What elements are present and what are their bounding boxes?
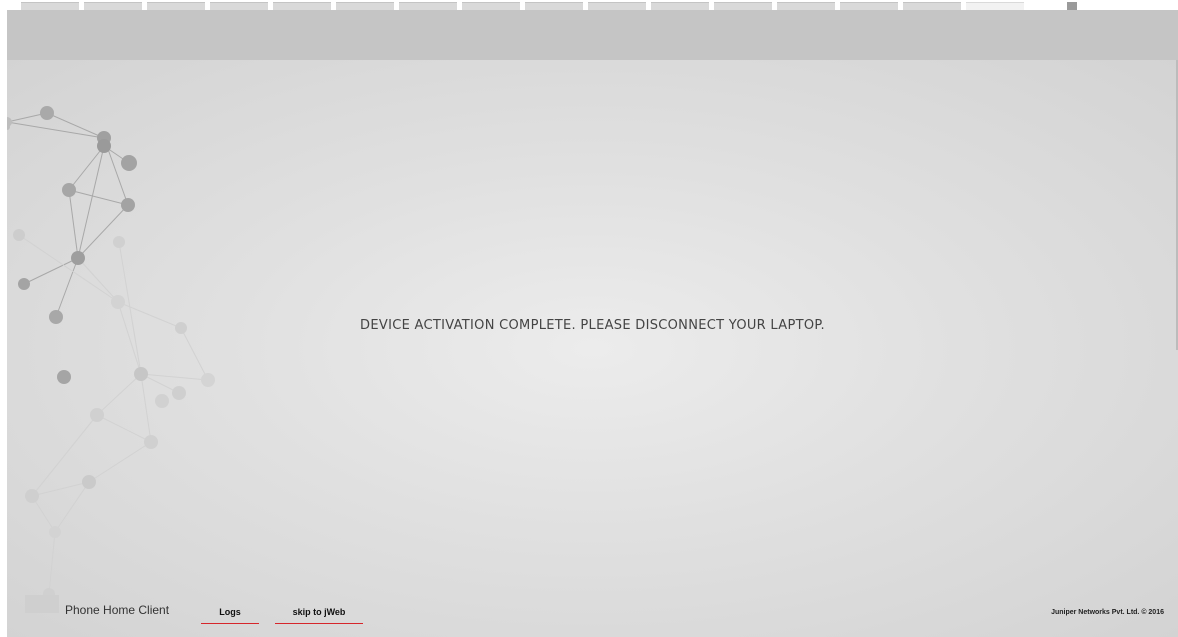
copyright: Juniper Networks Pvt. Ltd. © 2016	[1051, 609, 1164, 616]
network-node	[134, 367, 148, 381]
network-node	[121, 155, 137, 171]
logs-link[interactable]: Logs	[201, 605, 259, 624]
logo	[25, 595, 59, 613]
network-node	[13, 229, 25, 241]
header-bar	[7, 10, 1178, 60]
network-node	[18, 278, 30, 290]
network-node	[144, 435, 158, 449]
footer: Phone Home Client Logs skip to jWeb Juni…	[7, 595, 1178, 637]
network-line	[68, 189, 129, 206]
network-node	[113, 236, 125, 248]
network-node	[155, 394, 169, 408]
network-node	[90, 408, 104, 422]
network-line	[46, 112, 105, 139]
network-line	[180, 327, 209, 381]
network-node	[97, 139, 111, 153]
app-name: Phone Home Client	[65, 603, 170, 617]
network-line	[96, 373, 142, 416]
network-line	[118, 241, 142, 375]
network-node	[172, 386, 186, 400]
network-line	[48, 531, 56, 595]
skip-to-jweb-link[interactable]: skip to jWeb	[275, 605, 363, 624]
network-line	[88, 441, 152, 483]
network-node	[49, 526, 61, 538]
network-graphic	[7, 106, 215, 600]
network-line	[68, 189, 79, 259]
network-line	[140, 373, 152, 443]
network-node	[71, 251, 85, 265]
browser-tab-strip	[0, 0, 1178, 11]
network-node	[62, 183, 76, 197]
network-line	[117, 301, 142, 375]
network-node	[201, 373, 215, 387]
tab-strip-button[interactable]	[1067, 2, 1077, 10]
main-content: DEVICE ACTIVATION COMPLETE. PLEASE DISCO…	[7, 60, 1178, 637]
network-line	[7, 121, 105, 139]
activation-message: DEVICE ACTIVATION COMPLETE. PLEASE DISCO…	[360, 318, 825, 333]
network-line	[96, 414, 152, 443]
network-line	[18, 234, 119, 303]
network-node	[121, 198, 135, 212]
network-line	[77, 257, 119, 303]
network-node	[40, 106, 54, 120]
network-node	[82, 475, 96, 489]
network-node	[25, 489, 39, 503]
network-node	[111, 295, 125, 309]
left-edge	[0, 10, 7, 637]
network-node	[57, 370, 71, 384]
